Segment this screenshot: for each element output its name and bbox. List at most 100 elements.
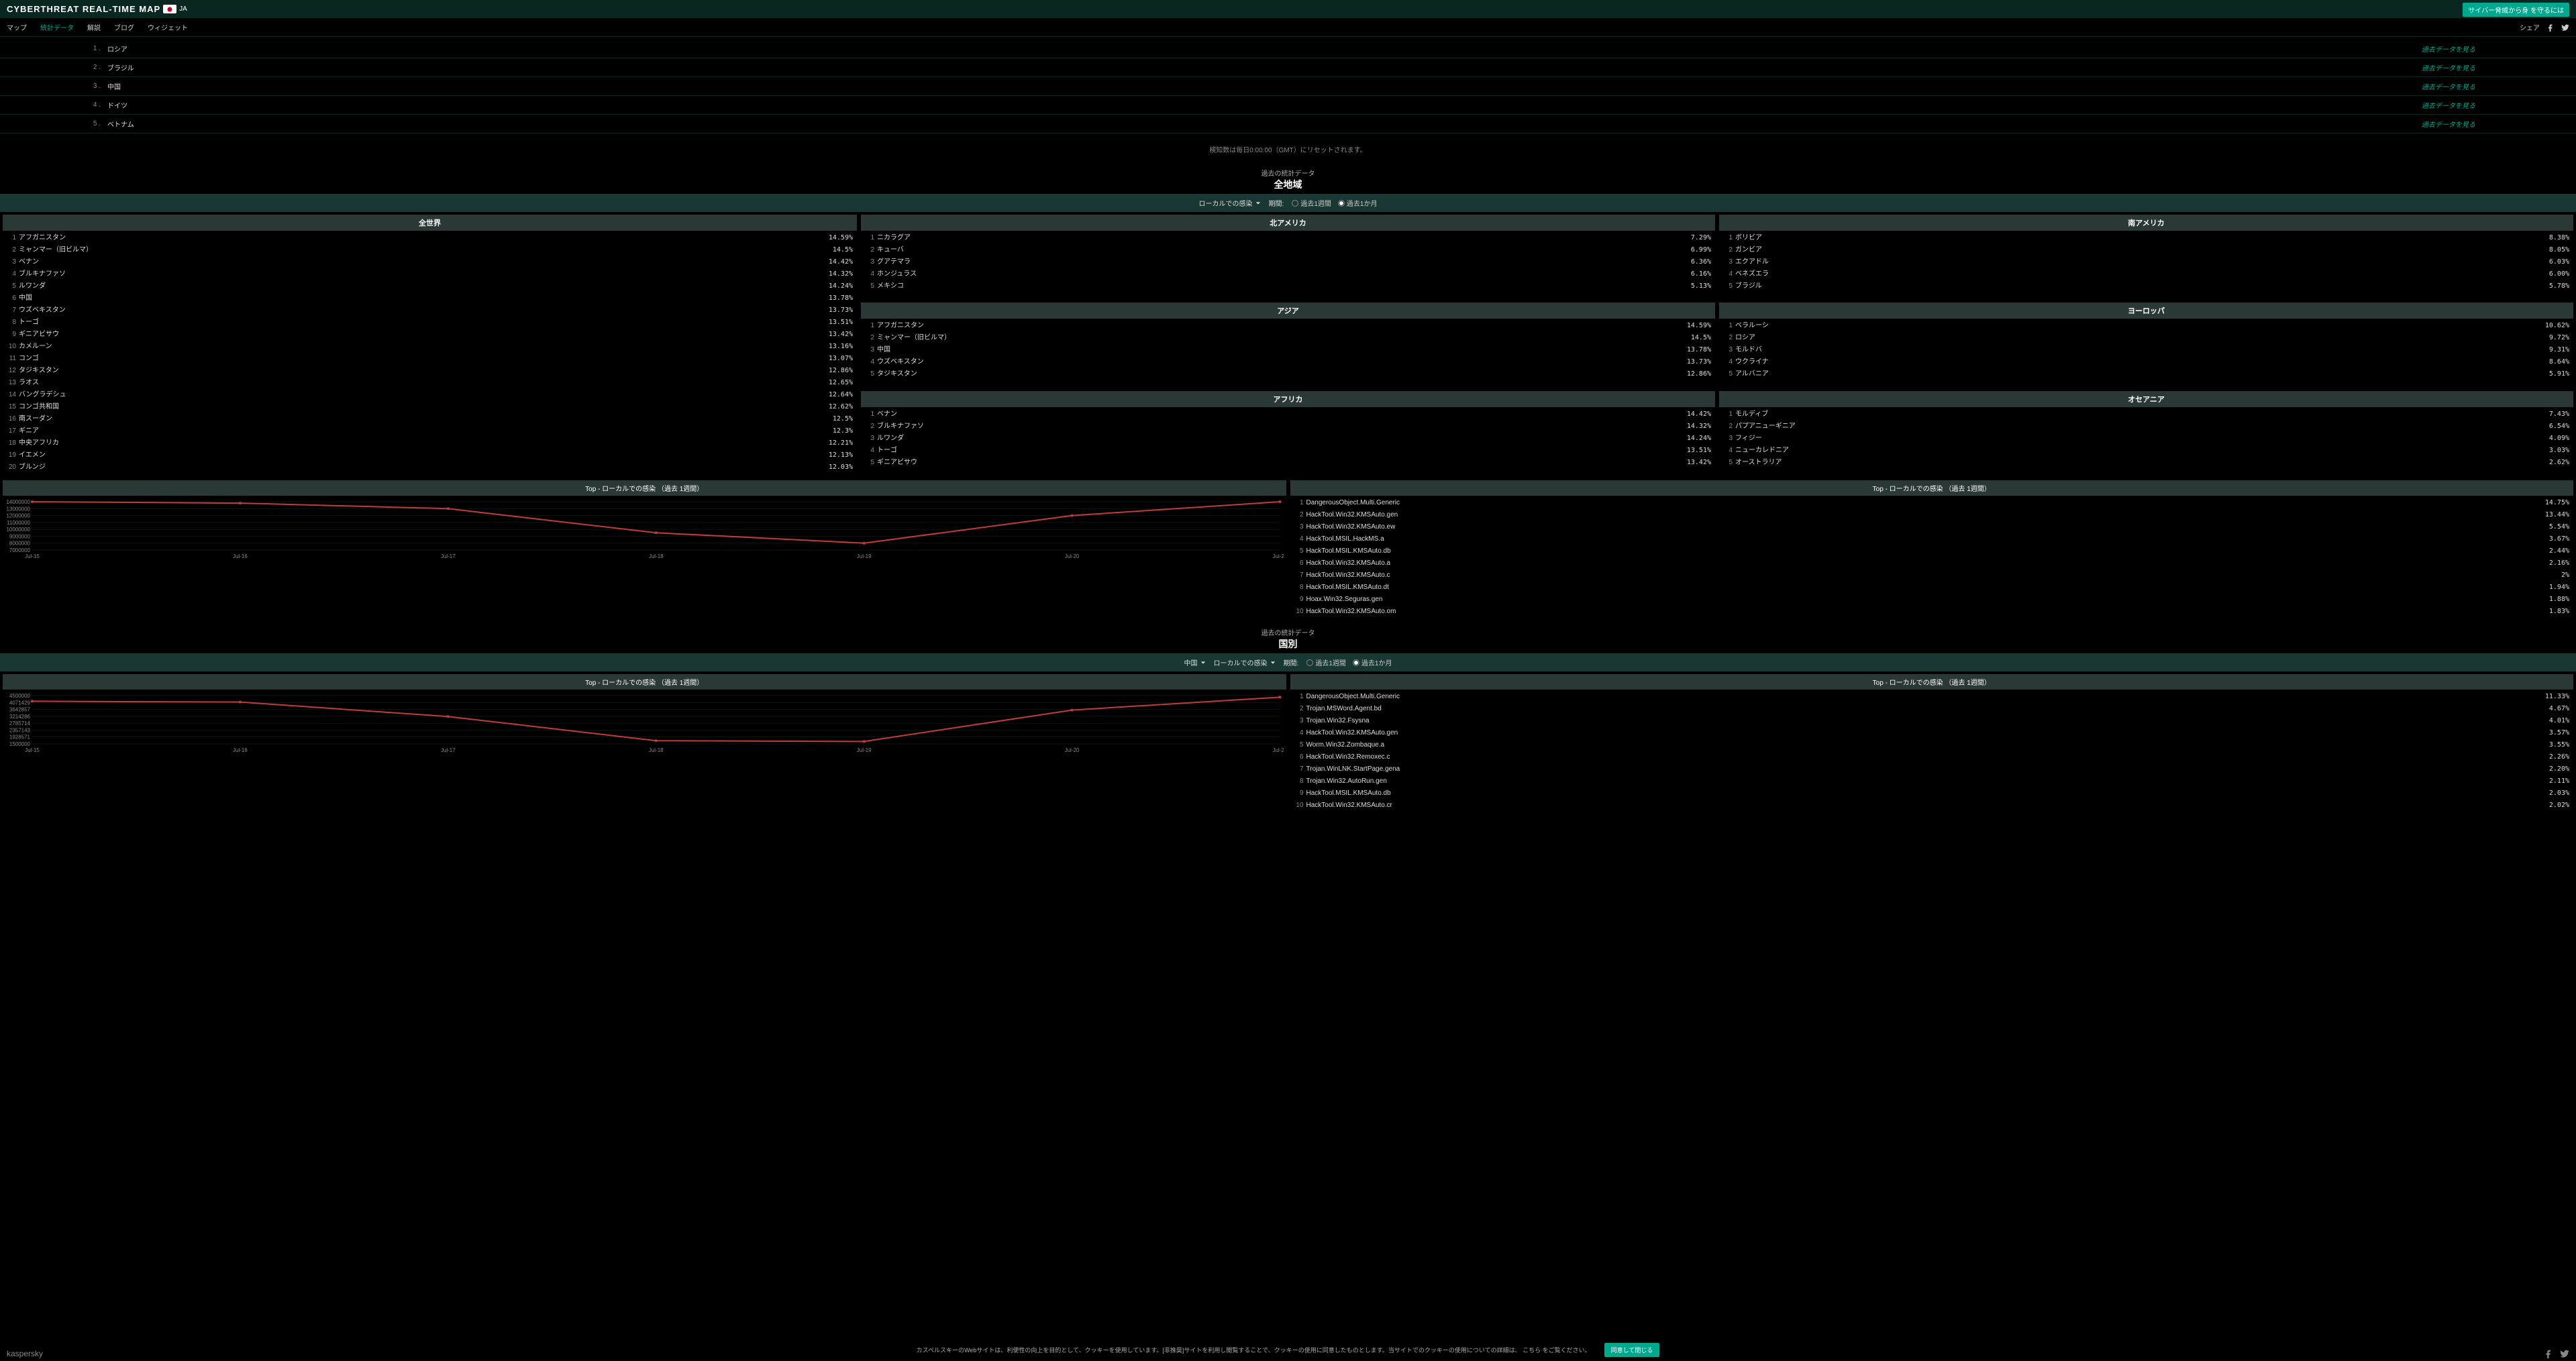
stat-row[interactable]: 1ベラルーシ10.62% xyxy=(1723,320,2569,332)
stat-row[interactable]: 5ルワンダ14.24% xyxy=(7,280,853,292)
stat-row[interactable]: 5アルバニア5.91% xyxy=(1723,368,2569,380)
stat-row[interactable]: 3ベナン14.42% xyxy=(7,256,853,268)
stat-row[interactable]: 4HackTool.Win32.KMSAuto.gen3.57% xyxy=(1294,727,2570,739)
svg-text:2357143: 2357143 xyxy=(9,727,31,733)
stat-row[interactable]: 2ガンビア8.05% xyxy=(1723,244,2569,256)
stat-row[interactable]: 6HackTool.Win32.KMSAuto.a2.16% xyxy=(1294,557,2570,569)
twitter-icon[interactable] xyxy=(2560,1349,2569,1358)
stat-row[interactable]: 10カメルーン13.16% xyxy=(7,341,853,353)
stat-row[interactable]: 7ウズベキスタン13.73% xyxy=(7,305,853,317)
stat-row[interactable]: 17ギニア12.3% xyxy=(7,425,853,437)
infection-type-dropdown[interactable]: ローカルでの感染 xyxy=(1199,198,1261,208)
stat-row[interactable]: 3HackTool.Win32.KMSAuto.ew5.54% xyxy=(1294,521,2570,533)
stat-row[interactable]: 4ブルキナファソ14.32% xyxy=(7,268,853,280)
stat-row[interactable]: 10HackTool.Win32.KMSAuto.cr2.02% xyxy=(1294,800,2570,812)
lang-label[interactable]: JA xyxy=(179,5,187,13)
stat-row[interactable]: 8トーゴ13.51% xyxy=(7,317,853,329)
brand-logo[interactable]: kaspersky xyxy=(7,1349,43,1358)
radio-month-2[interactable]: 過去1か月 xyxy=(1353,657,1392,667)
stat-row[interactable]: 16南スーダン12.5% xyxy=(7,413,853,425)
stat-row[interactable]: 6中国13.78% xyxy=(7,292,853,305)
stat-row[interactable]: 5オーストラリア2.62% xyxy=(1723,457,2569,469)
stat-row[interactable]: 12タジキスタン12.86% xyxy=(7,365,853,377)
nav-explain[interactable]: 解説 xyxy=(87,22,101,32)
svg-text:Jul-15: Jul-15 xyxy=(25,747,40,753)
stat-row[interactable]: 5メキシコ5.13% xyxy=(865,280,1711,292)
stat-row[interactable]: 5Worm.Win32.Zombaque.a3.55% xyxy=(1294,739,2570,751)
stat-row[interactable]: 4ベネズエラ6.00% xyxy=(1723,268,2569,280)
stat-row[interactable]: 3フィジー4.09% xyxy=(1723,433,2569,445)
facebook-icon[interactable] xyxy=(2546,23,2555,32)
stat-row[interactable]: 18中央アフリカ12.21% xyxy=(7,437,853,449)
nav-stats[interactable]: 統計データ xyxy=(40,22,74,32)
stat-row[interactable]: 2ミャンマー（旧ビルマ）14.5% xyxy=(865,332,1711,344)
radio-month[interactable]: 過去1か月 xyxy=(1338,198,1378,208)
stat-row[interactable]: 5ギニアビサウ13.42% xyxy=(865,457,1711,469)
nav-blog[interactable]: ブログ xyxy=(114,22,134,32)
stat-row[interactable]: 1DangerousObject.Multi.Generic14.75% xyxy=(1294,497,2570,509)
stat-row[interactable]: 2ロシア9.72% xyxy=(1723,332,2569,344)
stat-row[interactable]: 10HackTool.Win32.KMSAuto.om1.83% xyxy=(1294,606,2570,618)
stat-row[interactable]: 3エクアドル6.03% xyxy=(1723,256,2569,268)
svg-text:12000000: 12000000 xyxy=(6,513,30,519)
stat-row[interactable]: 2HackTool.Win32.KMSAuto.gen13.44% xyxy=(1294,509,2570,521)
stat-row[interactable]: 1アフガニスタン14.59% xyxy=(7,232,853,244)
stat-row[interactable]: 9HackTool.MSIL.KMSAuto.db2.03% xyxy=(1294,787,2570,800)
stat-row[interactable]: 6HackTool.Win32.Remoxec.c2.26% xyxy=(1294,751,2570,763)
radio-week-2[interactable]: 過去1週間 xyxy=(1306,657,1346,667)
stat-row[interactable]: 3ルワンダ14.24% xyxy=(865,433,1711,445)
stat-row[interactable]: 2Trojan.MSWord.Agent.bd4.67% xyxy=(1294,703,2570,715)
svg-text:Jul-21: Jul-21 xyxy=(1273,553,1284,559)
stat-row[interactable]: 4ウズベキスタン13.73% xyxy=(865,356,1711,368)
threats-panel-country: Top - ローカルでの感染 （過去 1週間） 1DangerousObject… xyxy=(1290,674,2574,813)
stat-row[interactable]: 1DangerousObject.Multi.Generic11.33% xyxy=(1294,691,2570,703)
cookie-accept-button[interactable]: 同意して閉じる xyxy=(1604,1343,1660,1357)
stat-row[interactable]: 14バングラデシュ12.64% xyxy=(7,389,853,401)
stat-row[interactable]: 11コンゴ13.07% xyxy=(7,353,853,365)
stat-row[interactable]: 3グアテマラ6.36% xyxy=(865,256,1711,268)
stat-row[interactable]: 2キューバ6.99% xyxy=(865,244,1711,256)
stat-row[interactable]: 9Hoax.Win32.Seguras.gen1.88% xyxy=(1294,594,2570,606)
stat-row[interactable]: 1アフガニスタン14.59% xyxy=(865,320,1711,332)
stat-row[interactable]: 15コンゴ共和国12.62% xyxy=(7,401,853,413)
stat-row[interactable]: 5HackTool.MSIL.KMSAuto.db2.44% xyxy=(1294,545,2570,557)
stat-row[interactable]: 4ホンジュラス6.16% xyxy=(865,268,1711,280)
stat-row[interactable]: 8HackTool.MSIL.KMSAuto.dt1.94% xyxy=(1294,582,2570,594)
stat-row[interactable]: 1モルディブ7.43% xyxy=(1723,409,2569,421)
stat-row[interactable]: 5タジキスタン12.86% xyxy=(865,368,1711,380)
radio-week[interactable]: 過去1週間 xyxy=(1292,198,1331,208)
nav-map[interactable]: マップ xyxy=(7,22,27,32)
stat-row[interactable]: 4HackTool.MSIL.HackMS.a3.67% xyxy=(1294,533,2570,545)
stat-row[interactable]: 8Trojan.Win32.AutoRun.gen2.11% xyxy=(1294,775,2570,787)
svg-text:Jul-20: Jul-20 xyxy=(1065,747,1080,753)
stat-row[interactable]: 3中国13.78% xyxy=(865,344,1711,356)
stat-row[interactable]: 4トーゴ13.51% xyxy=(865,445,1711,457)
stat-row[interactable]: 4ウクライナ8.64% xyxy=(1723,356,2569,368)
country-dropdown[interactable]: 中国 xyxy=(1184,657,1206,667)
stat-row[interactable]: 9ギニアビサウ13.42% xyxy=(7,329,853,341)
stat-row[interactable]: 3モルドバ9.31% xyxy=(1723,344,2569,356)
twitter-icon[interactable] xyxy=(2561,23,2569,32)
stat-row[interactable]: 2ブルキナファソ14.32% xyxy=(865,421,1711,433)
stat-row[interactable]: 13ラオス12.65% xyxy=(7,377,853,389)
facebook-icon[interactable] xyxy=(2544,1349,2553,1358)
infection-type-dropdown-2[interactable]: ローカルでの感染 xyxy=(1214,657,1276,667)
stat-row[interactable]: 7HackTool.Win32.KMSAuto.c2% xyxy=(1294,569,2570,582)
stat-row[interactable]: 2パプアニューギニア6.54% xyxy=(1723,421,2569,433)
stat-row[interactable]: 7Trojan.WinLNK.StartPage.gena2.20% xyxy=(1294,763,2570,775)
threats-panel-global: Top - ローカルでの感染 （過去 1週間） 1DangerousObject… xyxy=(1290,480,2574,619)
stat-row[interactable]: 4ニューカレドニア3.03% xyxy=(1723,445,2569,457)
nav-widget[interactable]: ウィジェット xyxy=(148,22,188,32)
stat-row[interactable]: 5ブラジル5.78% xyxy=(1723,280,2569,292)
stat-row[interactable]: 1ベナン14.42% xyxy=(865,409,1711,421)
protect-button[interactable]: サイバー脅威から身 を守るには xyxy=(2463,3,2569,17)
list-item: 2 .ブラジル過去データを見る xyxy=(0,58,2576,77)
stat-row[interactable]: 20ブルンジ12.03% xyxy=(7,461,853,474)
section-heading-regions: 過去の統計データ 全地域 xyxy=(0,162,2576,194)
stat-row[interactable]: 19イエメン12.13% xyxy=(7,449,853,461)
stat-row[interactable]: 3Trojan.Win32.Fsysna4.01% xyxy=(1294,715,2570,727)
stat-row[interactable]: 1ボリビア8.38% xyxy=(1723,232,2569,244)
panel-oc: オセアニア1モルディブ7.43%2パプアニューギニア6.54%3フィジー4.09… xyxy=(1719,391,2573,475)
stat-row[interactable]: 1ニカラグア7.29% xyxy=(865,232,1711,244)
stat-row[interactable]: 2ミャンマー（旧ビルマ）14.5% xyxy=(7,244,853,256)
